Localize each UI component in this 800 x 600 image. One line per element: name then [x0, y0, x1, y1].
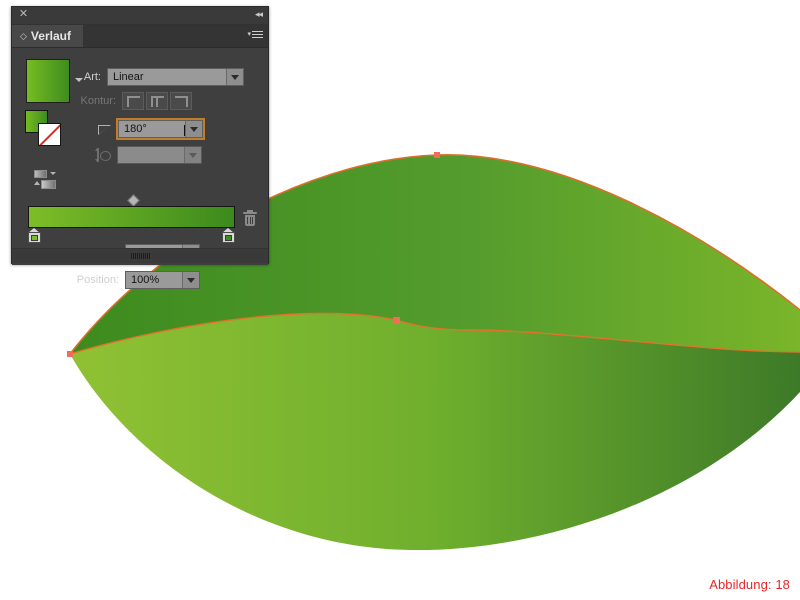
gradient-reverse-icon	[34, 181, 40, 185]
gradient-ramp[interactable]	[28, 206, 235, 228]
anchor-point-top[interactable]	[434, 152, 440, 158]
gradient-type-icon[interactable]	[34, 170, 60, 190]
trash-icon[interactable]	[243, 210, 257, 226]
position-value: 100%	[131, 274, 160, 286]
gradient-type-select[interactable]: Linear	[107, 68, 244, 86]
gradient-type-value: Linear	[113, 71, 144, 83]
anchor-point-left-tip[interactable]	[67, 351, 73, 357]
gradient-angle-value: 180°	[124, 123, 147, 135]
stroke-none-swatch[interactable]	[38, 123, 61, 146]
gradient-swatch[interactable]	[26, 59, 70, 103]
gradient-type-caret-icon	[50, 172, 56, 175]
gradient-type-linear-icon	[34, 170, 47, 178]
gradient-type-label: Art:	[83, 71, 101, 83]
stroke-align-within-button[interactable]	[122, 92, 144, 110]
gradient-midpoint-handle[interactable]	[127, 194, 140, 207]
stroke-align-outside-button[interactable]	[170, 92, 192, 110]
gradient-aspect-row	[95, 146, 202, 164]
panel-footer	[12, 248, 268, 263]
close-icon[interactable]: ✕	[18, 9, 29, 20]
fill-stroke-swatches	[25, 110, 61, 146]
none-slash-icon	[39, 124, 60, 145]
tab-toggle-icon: ◇	[20, 30, 27, 41]
gradient-aspect-input[interactable]	[117, 146, 202, 164]
panel-tab-row: ◇ Verlauf ▾	[12, 25, 268, 48]
menu-caret-icon: ▾	[247, 31, 251, 38]
collapse-panel-icon[interactable]: ◂◂	[255, 10, 263, 19]
gradient-panel[interactable]: ✕ ◂◂ ◇ Verlauf ▾ Art: Linear Kontur: 180…	[11, 6, 269, 289]
position-label: Position:	[76, 274, 119, 286]
leaf-lower-half	[70, 313, 800, 551]
chevron-down-icon	[182, 272, 199, 288]
hamburger-icon	[252, 29, 263, 40]
panel-drag-grip[interactable]	[130, 253, 150, 259]
stroke-align-across-icon	[151, 96, 164, 107]
tab-verlauf-label: Verlauf	[30, 29, 71, 43]
figure-caption: Abbildung: 18	[709, 577, 790, 592]
gradient-stop-start[interactable]	[28, 228, 41, 243]
position-input[interactable]: 100%	[125, 271, 200, 289]
gradient-angle-row: 180°	[98, 118, 205, 140]
stroke-align-outside-icon	[175, 96, 188, 107]
aspect-ratio-icon	[95, 148, 112, 162]
stroke-alignment-row: Kontur:	[72, 92, 192, 110]
gradient-angle-input[interactable]: 180°	[116, 118, 205, 140]
stroke-align-within-icon	[127, 96, 140, 107]
gradient-stop-end[interactable]	[222, 228, 235, 243]
chevron-down-icon	[184, 147, 201, 163]
panel-titlebar: ✕ ◂◂	[12, 7, 268, 25]
anchor-point-middle[interactable]	[393, 317, 400, 324]
gradient-type-row: Art: Linear	[72, 68, 244, 86]
stroke-alignment-label: Kontur:	[80, 95, 116, 107]
position-row: Position: 100%	[57, 271, 200, 289]
text-cursor	[184, 124, 185, 136]
tab-verlauf[interactable]: ◇ Verlauf	[12, 25, 83, 47]
stroke-alignment-buttons	[122, 92, 192, 110]
angle-icon	[98, 124, 112, 135]
panel-menu-icon[interactable]: ▾	[247, 29, 263, 40]
panel-body: Art: Linear Kontur: 180° Position: 100%	[12, 48, 268, 289]
gradient-type-radial-icon	[41, 180, 56, 189]
stroke-align-across-button[interactable]	[146, 92, 168, 110]
chevron-down-icon	[226, 69, 243, 85]
chevron-down-icon	[185, 121, 202, 137]
